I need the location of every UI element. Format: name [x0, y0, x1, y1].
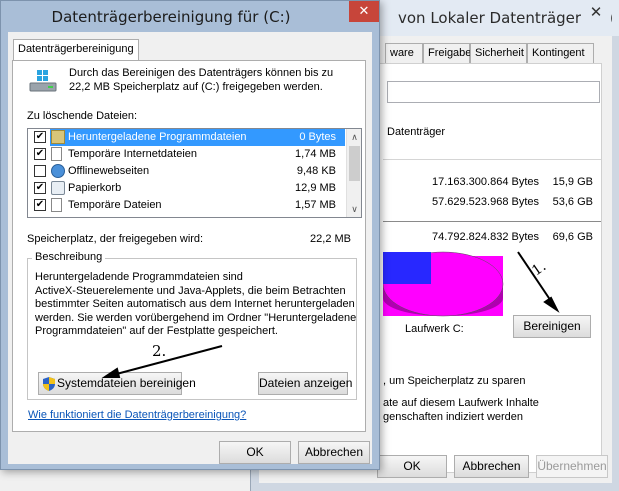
tab-sicherheit[interactable]: Sicherheit	[470, 43, 527, 63]
files-list[interactable]: ∧ ∨ ✔ Heruntergeladene Programmdateien 0…	[27, 128, 362, 218]
tab-hardware[interactable]: ware	[385, 43, 423, 63]
freed-value: 22,2 MB	[310, 233, 351, 245]
divider	[383, 221, 601, 222]
system-files-button[interactable]: Systemdateien bereinigen	[38, 372, 196, 395]
cleanup-client: Datenträgerbereinigung Durch das Bereini…	[8, 32, 372, 464]
drive-label: Laufwerk C:	[405, 323, 464, 335]
ok-button[interactable]: OK	[377, 455, 447, 478]
file-name: Offlinewebseiten	[68, 165, 150, 177]
file-size: 0 Bytes	[299, 131, 336, 143]
description-line: bestimmter Seiten automatisch aus dem In…	[35, 298, 355, 310]
scroll-down-icon[interactable]: ∨	[347, 201, 362, 217]
window-title: Datenträgerbereinigung für (C:)	[51, 8, 291, 26]
cancel-button[interactable]: Abbrechen	[298, 441, 370, 464]
freed-label: Speicherplatz, der freigegeben wird:	[27, 233, 204, 245]
tab-freigabe[interactable]: Freigabe	[423, 43, 471, 63]
help-link[interactable]: Wie funktioniert die Datenträgerbereinig…	[28, 409, 246, 421]
list-item[interactable]: ✔ Papierkorb 12,9 MB	[28, 180, 346, 197]
close-icon[interactable]: ✕	[349, 1, 379, 22]
list-item[interactable]: ✔ Heruntergeladene Programmdateien 0 Byt…	[28, 129, 346, 146]
used-gb: 15,9 GB	[552, 176, 593, 188]
file-size: 12,9 MB	[295, 182, 336, 194]
file-name: Temporäre Dateien	[68, 199, 162, 211]
list-item[interactable]: Offlinewebseiten 9,48 KB	[28, 163, 346, 180]
free-bytes: 57.629.523.968 Bytes	[431, 196, 539, 208]
file-size: 1,57 MB	[295, 199, 336, 211]
files-label: Zu löschende Dateien:	[27, 110, 138, 122]
apply-button[interactable]: Übernehmen	[536, 455, 608, 478]
list-item[interactable]: ✔ Temporäre Internetdateien 1,74 MB	[28, 146, 346, 163]
close-icon[interactable]: ✕	[581, 0, 611, 26]
list-item[interactable]: ✔ Temporäre Dateien 1,57 MB	[28, 197, 346, 214]
checkbox[interactable]: ✔	[34, 148, 46, 160]
scroll-up-icon[interactable]: ∧	[347, 129, 362, 145]
divider	[383, 159, 601, 160]
compress-text: , um Speicherplatz zu sparen	[383, 375, 526, 387]
intro-line1: Durch das Bereinigen des Datenträgers kö…	[69, 67, 334, 79]
used-bytes: 17.163.300.864 Bytes	[431, 176, 539, 188]
document-icon	[51, 147, 62, 161]
description-text: Heruntergeladende Programmdateien sind A…	[35, 271, 356, 339]
index-text-line1: ate auf diesem Laufwerk Inhalte	[383, 397, 539, 409]
drive-pie-chart	[383, 251, 504, 317]
file-size: 9,48 KB	[296, 165, 336, 177]
cleanup-button[interactable]: Bereinigen	[513, 315, 591, 338]
recycle-bin-icon	[51, 181, 65, 195]
scroll-thumb[interactable]	[349, 146, 360, 181]
description-legend: Beschreibung	[32, 251, 106, 263]
description-line: Heruntergeladende Programmdateien sind	[35, 271, 243, 283]
used-space-slice	[383, 252, 431, 284]
total-bytes: 74.792.824.832 Bytes	[431, 231, 539, 243]
tab-kontingent[interactable]: Kontingent	[527, 43, 594, 63]
cancel-button[interactable]: Abbrechen	[454, 455, 529, 478]
index-text-line2: genschaften indiziert werden	[383, 411, 524, 423]
drive-type-label: Datenträger	[387, 126, 446, 138]
shield-icon	[43, 377, 55, 391]
file-size: 1,74 MB	[295, 148, 336, 160]
tab-disk-cleanup[interactable]: Datenträgerbereinigung	[13, 39, 139, 61]
folder-icon	[51, 130, 65, 144]
checkbox[interactable]: ✔	[34, 199, 46, 211]
disk-cleanup-window: Datenträgerbereinigung für (C:) ✕ Datent…	[0, 0, 380, 470]
drive-name-field[interactable]	[387, 81, 600, 103]
checkbox[interactable]: ✔	[34, 131, 46, 143]
document-icon	[51, 198, 62, 212]
file-name: Papierkorb	[68, 182, 122, 194]
description-line: Programmdateien" auf der Festplatte gesp…	[35, 325, 278, 337]
list-scrollbar[interactable]: ∧ ∨	[346, 129, 361, 217]
file-name: Temporäre Internetdateien	[68, 148, 198, 160]
description-line: ActiveX-Steuerelemente und Java-Applets,…	[35, 284, 346, 297]
checkbox[interactable]: ✔	[34, 182, 46, 194]
ok-button[interactable]: OK	[219, 441, 291, 464]
system-files-label: Systemdateien bereinigen	[57, 376, 196, 390]
description-line: werden. Sie werden vorübergehend im Ordn…	[35, 311, 357, 324]
show-files-button[interactable]: Dateien anzeigen	[258, 372, 352, 395]
checkbox[interactable]	[34, 165, 46, 177]
intro-line2: 22,2 MB Speicherplatz auf (C:) freigegeb…	[69, 81, 323, 93]
file-name: Heruntergeladene Programmdateien	[68, 131, 247, 143]
free-gb: 53,6 GB	[552, 196, 593, 208]
drive-icon	[28, 70, 58, 92]
globe-icon	[51, 164, 65, 178]
total-gb: 69,6 GB	[552, 231, 593, 243]
